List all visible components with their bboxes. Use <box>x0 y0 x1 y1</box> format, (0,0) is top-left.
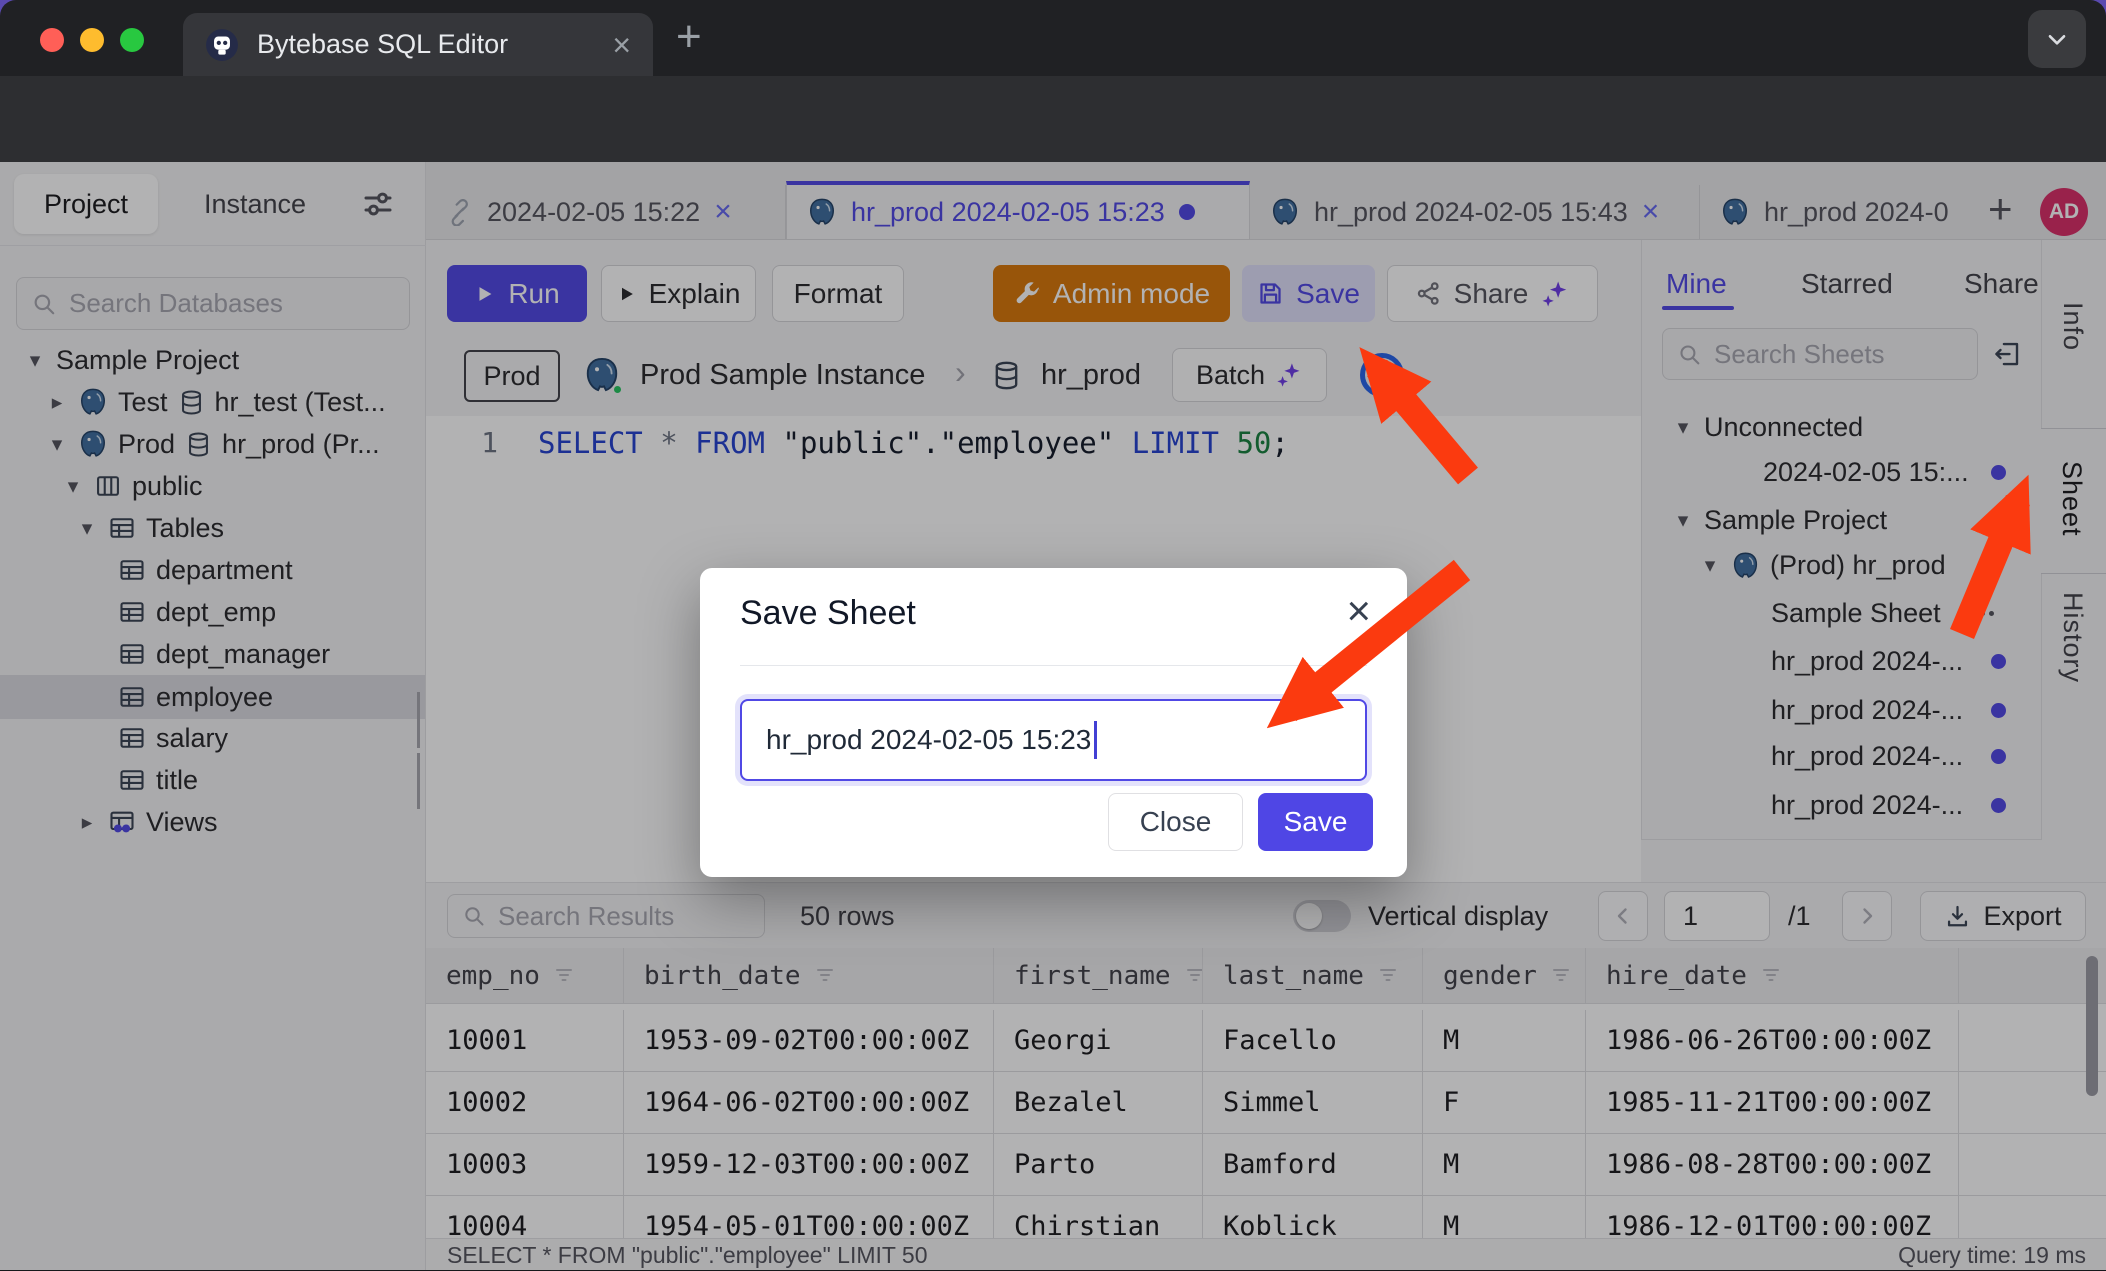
new-browser-tab-button[interactable]: + <box>676 12 702 62</box>
tab-search-button[interactable] <box>2028 10 2086 68</box>
browser-tab-close-icon[interactable]: × <box>612 29 631 61</box>
window-minimize-button[interactable] <box>80 28 104 52</box>
browser-chrome: Bytebase SQL Editor × + localhost:8080/s… <box>0 0 2106 162</box>
save-sheet-dialog: Save Sheet × hr_prod 2024-02-05 15:23 Cl… <box>700 568 1407 877</box>
browser-toolbar: localhost:8080/sql-editor/prod-sample-in… <box>0 76 2106 162</box>
dialog-divider <box>740 665 1367 666</box>
text-cursor <box>1094 721 1097 759</box>
dialog-close-button[interactable]: Close <box>1108 793 1243 851</box>
window-close-button[interactable] <box>40 28 64 52</box>
sheet-name-input[interactable]: hr_prod 2024-02-05 15:23 <box>740 699 1367 781</box>
browser-tab-title: Bytebase SQL Editor <box>257 29 508 60</box>
bytebase-logo-icon <box>205 28 239 62</box>
dialog-title: Save Sheet <box>740 594 916 633</box>
dialog-save-button[interactable]: Save <box>1258 793 1373 851</box>
dialog-close-icon[interactable]: × <box>1346 590 1371 632</box>
window-zoom-button[interactable] <box>120 28 144 52</box>
browser-tab[interactable]: Bytebase SQL Editor × <box>183 13 653 76</box>
chevron-down-icon <box>2044 26 2070 52</box>
